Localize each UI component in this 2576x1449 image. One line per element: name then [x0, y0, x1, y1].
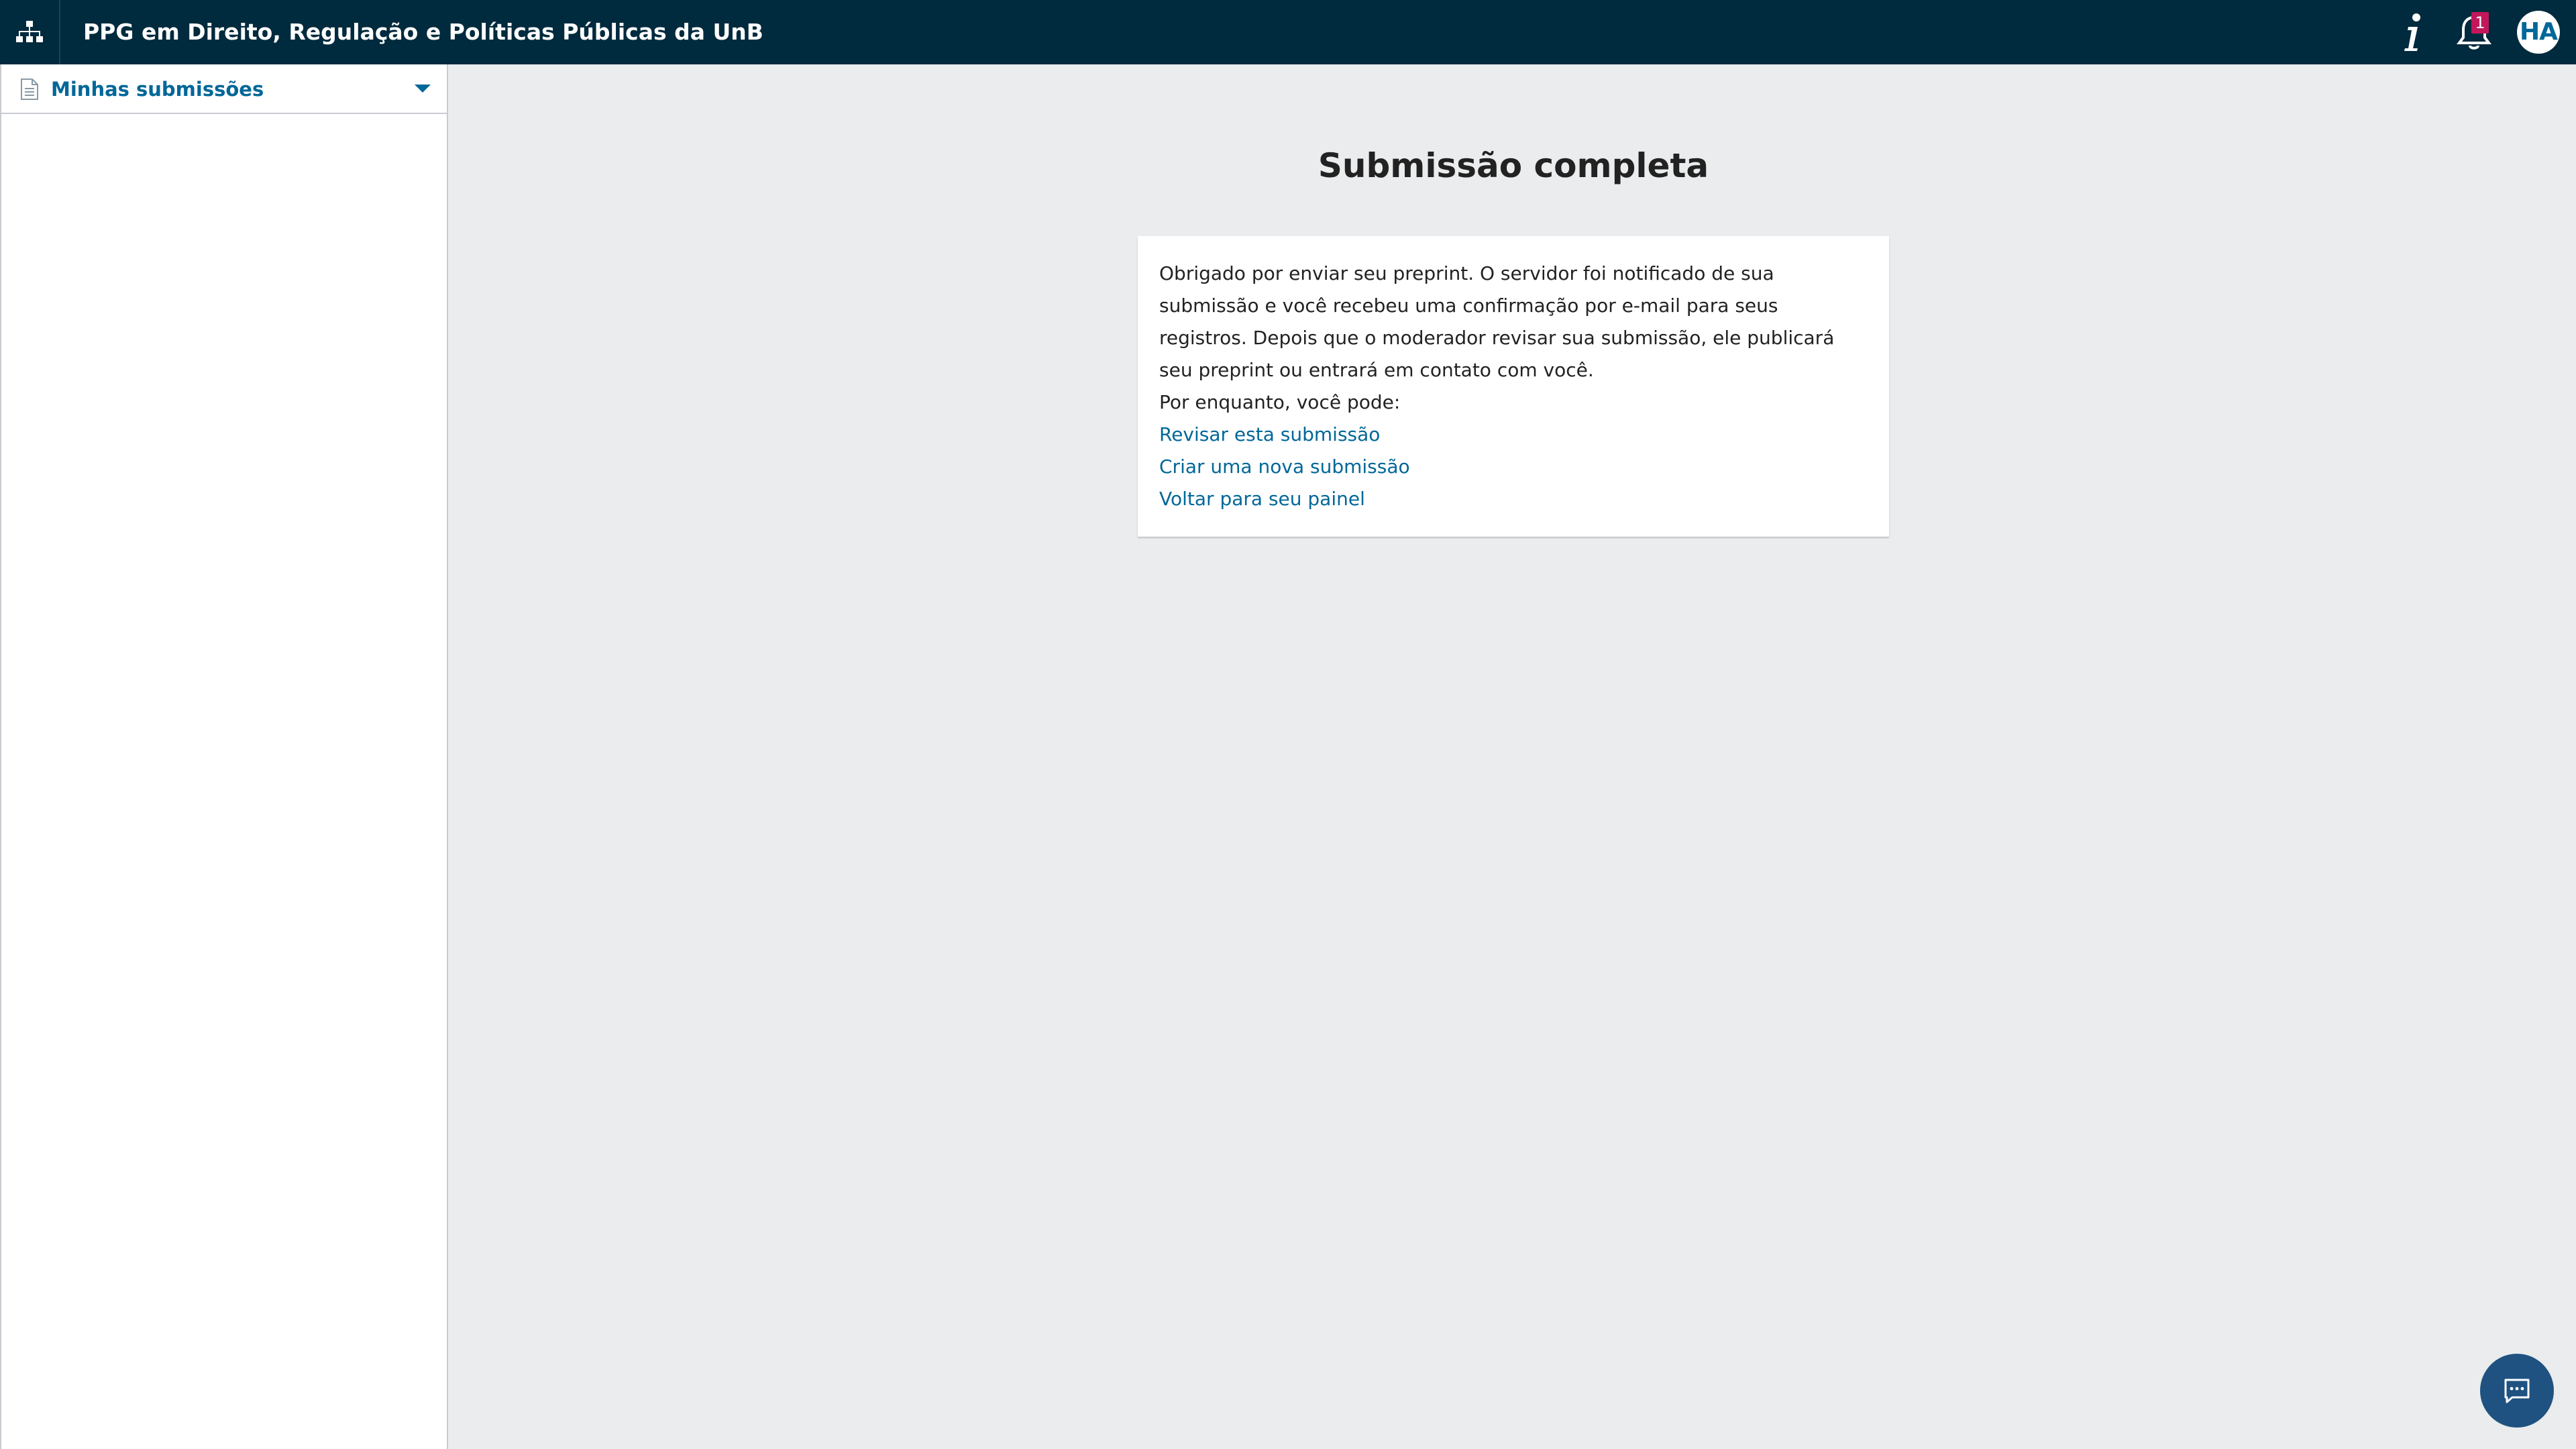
notification-count-badge: 1	[2471, 12, 2489, 34]
chat-button[interactable]	[2480, 1354, 2554, 1428]
notifications-button[interactable]: 1	[2454, 12, 2494, 52]
new-submission-link[interactable]: Criar uma nova submissão	[1159, 451, 1868, 483]
page-title: Submissão completa	[1318, 146, 1709, 185]
document-icon	[21, 78, 38, 100]
info-icon	[2404, 13, 2420, 51]
site-switcher-button[interactable]	[0, 0, 60, 64]
back-to-dashboard-link[interactable]: Voltar para seu painel	[1159, 483, 1868, 515]
submission-complete-card: Obrigado por enviar seu preprint. O serv…	[1138, 236, 1889, 537]
user-avatar[interactable]: HA	[2517, 11, 2560, 54]
site-title[interactable]: PPG em Direito, Regulação e Políticas Pú…	[83, 0, 763, 64]
next-steps-intro: Por enquanto, você pode:	[1159, 391, 1401, 413]
sidebar-item-my-submissions[interactable]: Minhas submissões	[1, 64, 448, 114]
confirmation-message: Obrigado por enviar seu preprint. O serv…	[1159, 262, 1835, 381]
review-submission-link[interactable]: Revisar esta submissão	[1159, 419, 1868, 451]
sidebar-item-label: Minhas submissões	[51, 78, 264, 101]
help-button[interactable]	[2399, 9, 2426, 55]
chat-icon	[2504, 1379, 2530, 1403]
sitemap-icon	[16, 21, 43, 42]
chevron-down-icon[interactable]	[413, 82, 432, 95]
sidebar: Minhas submissões	[0, 64, 448, 1449]
top-navigation-bar: PPG em Direito, Regulação e Políticas Pú…	[0, 0, 2576, 64]
